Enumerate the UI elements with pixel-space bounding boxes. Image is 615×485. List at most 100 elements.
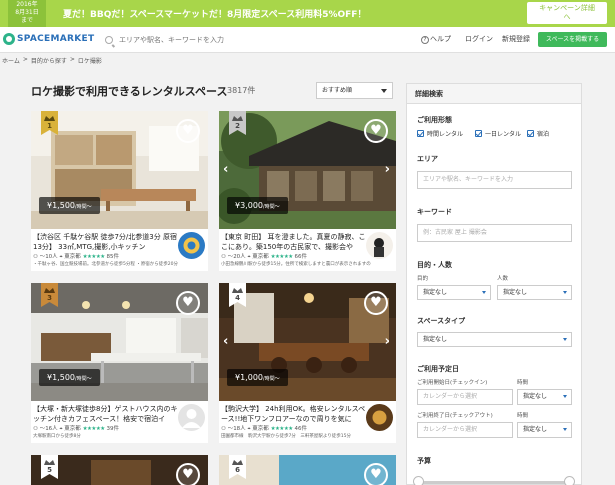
keyword-input[interactable]: 例：古民家 屋上 撮影会 (417, 224, 572, 242)
space-photo[interactable]: 5 (31, 455, 208, 485)
space-type-value: 指定なし (423, 336, 448, 343)
review-count: 46件 (294, 426, 307, 432)
space-title[interactable]: 【駒沢大学】 24h利用OK。格安レンタルスペース!!地下ワンフロアーなので周り… (221, 404, 366, 424)
breadcrumb-current: ロケ撮影 (77, 58, 102, 65)
price-tag: ¥3,000/時間〜 (227, 197, 288, 214)
header-search[interactable] (105, 31, 295, 49)
purpose-select[interactable]: 指定なし (417, 285, 491, 300)
purpose-value: 指定なし (423, 289, 448, 296)
rating-stars: ★★★★★ (82, 254, 106, 260)
rating-stars: ★★★★★ (270, 426, 294, 432)
host-avatar[interactable] (366, 232, 393, 259)
usage-hourly-checkbox[interactable]: 時間レンタル (417, 129, 463, 138)
area-input[interactable]: エリアや駅名、キーワードを入力 (417, 171, 572, 189)
host-avatar-image (366, 404, 393, 431)
host-avatar[interactable] (366, 404, 393, 431)
people-icon: ⚇ (33, 426, 38, 432)
space-title[interactable]: 【大塚・新大塚徒歩8分】ゲストハウス内のキッチン付きカフェスペース！格安で宿泊イ (33, 404, 178, 424)
checkin-time-select[interactable]: 指定なし (517, 389, 572, 405)
location-icon: ⌖ (247, 254, 251, 260)
capacity: 〜18人 (227, 426, 246, 432)
space-photo[interactable]: 6 (219, 455, 396, 485)
capacity: 〜16人 (39, 426, 58, 432)
caret-down-icon (563, 428, 567, 431)
login-link[interactable]: ログイン (465, 34, 493, 44)
space-card[interactable]: 1 ¥1,500/時間〜 【渋谷区 千駄ケ谷駅 徒歩7分/北参道3分 原宿13分… (31, 111, 208, 271)
caret-down-icon (563, 291, 567, 294)
site-header: SPACEMARKET ?ヘルプ ログイン 新規登録 スペースを掲載する (0, 27, 615, 53)
favorite-heart-icon[interactable] (176, 463, 200, 485)
checkin-date-input[interactable]: カレンダーから選択 (417, 389, 513, 405)
budget-label: 予算 (417, 457, 431, 465)
help-link[interactable]: ? ヘルプ (421, 34, 451, 44)
favorite-heart-icon[interactable] (364, 119, 388, 143)
logo-text: SPACEMARKET (17, 34, 95, 44)
space-card[interactable]: 6 (219, 455, 396, 485)
space-card[interactable]: 5 (31, 455, 208, 485)
space-photo[interactable]: 4 ‹ › ¥1,000/時間〜 (219, 283, 396, 401)
usage-stay-label: 宿泊 (537, 131, 550, 138)
help-icon: ? (421, 36, 429, 44)
host-avatar-image (366, 232, 393, 259)
checkout-label: ご利用終了日(チェックアウト) (417, 413, 493, 419)
capacity: 〜10人 (39, 254, 58, 260)
budget-slider[interactable] (413, 476, 575, 485)
rank-badge: 2 (229, 111, 246, 135)
prev-photo-icon[interactable]: ‹ (223, 334, 228, 349)
budget-min-handle[interactable] (413, 476, 424, 485)
favorite-heart-icon[interactable] (176, 119, 200, 143)
host-avatar[interactable] (178, 232, 205, 259)
budget-max-handle[interactable] (564, 476, 575, 485)
favorite-heart-icon[interactable] (176, 291, 200, 315)
price-unit: /時間〜 (263, 376, 280, 382)
search-input[interactable] (119, 36, 289, 44)
keyword-label: キーワード (417, 208, 452, 216)
prev-photo-icon[interactable]: ‹ (223, 162, 228, 177)
space-photo[interactable]: 1 ¥1,500/時間〜 (31, 111, 208, 229)
promo-date: 2016年 8月31日 まで (8, 0, 46, 27)
people-icon: ⚇ (221, 426, 226, 432)
review-count: 85件 (106, 254, 119, 260)
space-title[interactable]: 【東京 町田】 耳を澄ました。真夏の静寂、ここにあり。築150年の古民家で、撮影… (221, 232, 366, 252)
space-photo[interactable]: 2 ‹ › ¥3,000/時間〜 (219, 111, 396, 229)
area: 東京都 (64, 426, 81, 432)
rank-number: 6 (235, 466, 240, 474)
rank-badge: 5 (41, 455, 58, 479)
next-photo-icon[interactable]: › (385, 334, 390, 349)
list-space-button[interactable]: スペースを掲載する (538, 32, 607, 47)
checkout-date-input[interactable]: カレンダーから選択 (417, 422, 513, 438)
rank-number: 2 (235, 122, 240, 130)
breadcrumb-home[interactable]: ホーム (2, 56, 20, 65)
location-icon: ⌖ (247, 426, 251, 432)
space-card[interactable]: 2 ‹ › ¥3,000/時間〜 【東京 町田】 耳を澄ました。真夏の静寂、ここ… (219, 111, 396, 271)
usage-stay-checkbox[interactable]: 宿泊 (527, 129, 549, 138)
space-photo[interactable]: 3 ¥1,500/時間〜 (31, 283, 208, 401)
rating-stars: ★★★★★ (270, 254, 294, 260)
rank-number: 5 (47, 466, 52, 474)
date-label: ご利用予定日 (417, 365, 459, 373)
signup-link[interactable]: 新規登録 (502, 34, 530, 44)
favorite-heart-icon[interactable] (364, 291, 388, 315)
price-tag: ¥1,500/時間〜 (39, 197, 100, 214)
caret-down-icon (563, 338, 567, 341)
access-description: 大塚駅南口から徒歩8分 (33, 434, 81, 439)
price-value: ¥1,500 (47, 373, 75, 382)
space-card[interactable]: 3 ¥1,500/時間〜 【大塚・新大塚徒歩8分】ゲストハウス内のキッチン付きカ… (31, 283, 208, 443)
next-photo-icon[interactable]: › (385, 162, 390, 177)
campaign-detail-button[interactable]: キャンペーン詳細 へ (527, 2, 607, 24)
favorite-heart-icon[interactable] (364, 463, 388, 485)
space-title[interactable]: 【渋谷区 千駄ケ谷駅 徒歩7分/北参道3分 原宿13分】 33㎡,MTG,撮影,… (33, 232, 178, 252)
space-type-select[interactable]: 指定なし (417, 332, 572, 347)
checkout-time-select[interactable]: 指定なし (517, 422, 572, 438)
area: 東京都 (252, 426, 269, 432)
people-select[interactable]: 指定なし (497, 285, 572, 300)
host-avatar[interactable] (178, 404, 205, 431)
usage-daily-checkbox[interactable]: 一日レンタル (475, 129, 521, 138)
promo-banner: 2016年 8月31日 まで 夏だ！BBQだ！スペースマーケットだ！8月限定スペ… (0, 0, 615, 27)
breadcrumb-purpose[interactable]: 目的から探す (31, 56, 67, 65)
sort-select[interactable]: おすすめ順 (316, 82, 393, 99)
space-meta: ⚇ 〜16人 ⌖ 東京都 ★★★★★ 39件 (33, 424, 119, 433)
rank-badge: 1 (41, 111, 58, 135)
space-card[interactable]: 4 ‹ › ¥1,000/時間〜 【駒沢大学】 24h利用OK。格安レンタルスペ… (219, 283, 396, 443)
logo[interactable]: SPACEMARKET (3, 33, 94, 45)
